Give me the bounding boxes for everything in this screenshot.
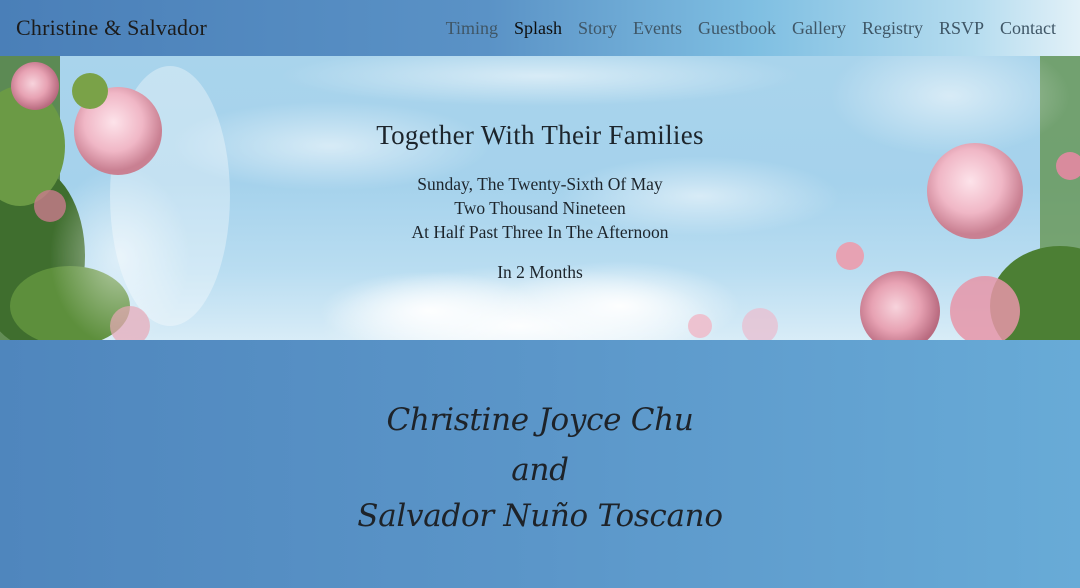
nav-item-timing[interactable]: Timing — [438, 18, 506, 39]
groom-name: Salvador Nuño Toscano — [357, 498, 723, 534]
nav-item-contact[interactable]: Contact — [992, 18, 1064, 39]
brand-link[interactable]: Christine & Salvador — [16, 15, 207, 41]
top-navbar: Christine & Salvador Timing Splash Story… — [0, 0, 1080, 56]
nav-item-events[interactable]: Events — [625, 18, 690, 39]
nav-item-splash[interactable]: Splash — [506, 18, 570, 39]
couple-names-section: Christine Joyce Chu and Salvador Nuño To… — [0, 340, 1080, 588]
nav-item-story[interactable]: Story — [570, 18, 625, 39]
main-nav: Timing Splash Story Events Guestbook Gal… — [438, 18, 1064, 39]
bride-name: Christine Joyce Chu — [386, 402, 694, 438]
nav-item-rsvp[interactable]: RSVP — [931, 18, 992, 39]
hero-banner: Together With Their Families Sunday, The… — [0, 56, 1080, 340]
wedding-year: Two Thousand Nineteen — [454, 198, 626, 218]
nav-item-guestbook[interactable]: Guestbook — [690, 18, 784, 39]
wedding-date: Sunday, The Twenty-Sixth Of May — [417, 174, 663, 194]
names-conjunction: and — [511, 452, 569, 488]
invitation-title: Together With Their Families — [376, 120, 704, 150]
countdown-text: In 2 Months — [497, 262, 583, 282]
wedding-time: At Half Past Three In The Afternoon — [411, 222, 669, 242]
nav-item-registry[interactable]: Registry — [854, 18, 931, 39]
nav-item-gallery[interactable]: Gallery — [784, 18, 854, 39]
